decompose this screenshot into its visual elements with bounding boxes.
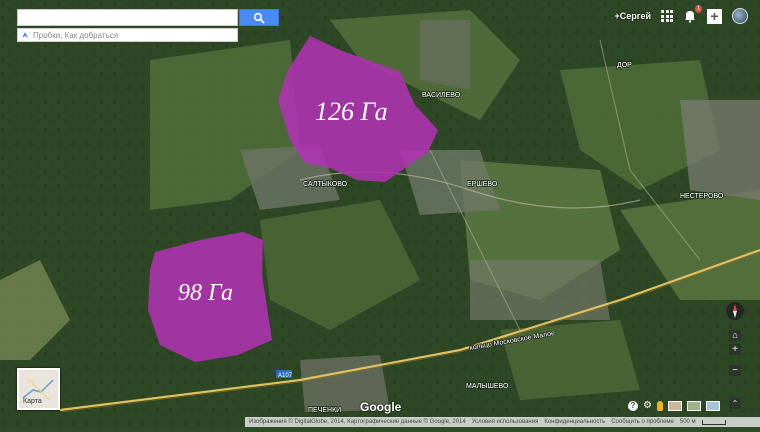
privacy-link[interactable]: Конфиденциальность	[544, 419, 605, 425]
account-bar: +Сергей 1 +	[614, 5, 748, 24]
satellite-imagery: 126 Га 98 Га ВАСИЛЕВО САЛТЫКОВО ЕРШЕВО Н…	[0, 0, 760, 427]
terms-link[interactable]: Условия использования	[472, 419, 539, 425]
bottom-controls: ? ⚙	[628, 400, 720, 411]
town-label: НЕСТЕРОВО	[680, 193, 724, 200]
town-label: ДОР	[617, 62, 632, 69]
compass-icon	[733, 304, 737, 318]
suggestion-text: Пробки, Как добраться	[33, 30, 119, 40]
layer-thumb-3[interactable]	[705, 400, 720, 411]
minimap-label: Карта	[23, 398, 42, 405]
town-label: МАЛЫШЕВО	[466, 383, 509, 390]
notification-count-badge: 1	[695, 5, 702, 13]
road-number: А107	[278, 373, 293, 379]
google-logo: Google	[360, 400, 402, 414]
town-label: САЛТЫКОВО	[303, 181, 348, 188]
attribution-bar: Изображения © DigitalGlobe, 2014, Картог…	[245, 417, 760, 427]
report-problem-link[interactable]: Сообщить о проблеме	[611, 419, 674, 425]
notifications-bell-icon[interactable]: 1	[683, 5, 702, 23]
area-label-small: 98 Га	[178, 280, 233, 306]
zoom-in-button[interactable]: +	[729, 344, 741, 355]
map-type-toggle[interactable]: Карта	[17, 368, 60, 410]
help-icon[interactable]: ?	[628, 400, 638, 411]
attribution-text: Изображения © DigitalGlobe, 2014, Картог…	[249, 419, 466, 425]
town-label: ПЕЧЕНКИ	[308, 407, 341, 414]
search-input[interactable]	[17, 9, 238, 26]
settings-gear-icon[interactable]: ⚙	[643, 400, 652, 411]
user-name-link[interactable]: +Сергей	[614, 11, 651, 21]
layer-thumb-2[interactable]	[686, 400, 701, 411]
pegman-icon[interactable]	[656, 400, 663, 411]
directions-icon	[22, 32, 28, 38]
search-icon	[253, 12, 265, 24]
compass-control[interactable]	[726, 302, 744, 320]
scale-bar	[701, 419, 726, 425]
satellite-map[interactable]: 126 Га 98 Га ВАСИЛЕВО САЛТЫКОВО ЕРШЕВО Н…	[0, 0, 760, 427]
area-label-large: 126 Га	[315, 97, 388, 126]
rotate-icon[interactable]: ⌂	[729, 330, 741, 341]
apps-grid-icon[interactable]	[661, 10, 673, 22]
scale-label: 500 м	[679, 419, 696, 425]
avatar[interactable]	[732, 8, 748, 24]
search-suggestions[interactable]: Пробки, Как добраться	[17, 28, 238, 42]
town-label: ВАСИЛЕВО	[422, 92, 461, 99]
layer-thumb-1[interactable]	[667, 400, 682, 411]
share-plus-button[interactable]: +	[707, 8, 722, 24]
expand-controls-icon[interactable]: ⌃	[729, 398, 741, 409]
town-label: ЕРШЕВО	[467, 181, 498, 188]
zoom-out-button[interactable]: −	[729, 365, 741, 376]
search-button[interactable]	[239, 9, 279, 26]
